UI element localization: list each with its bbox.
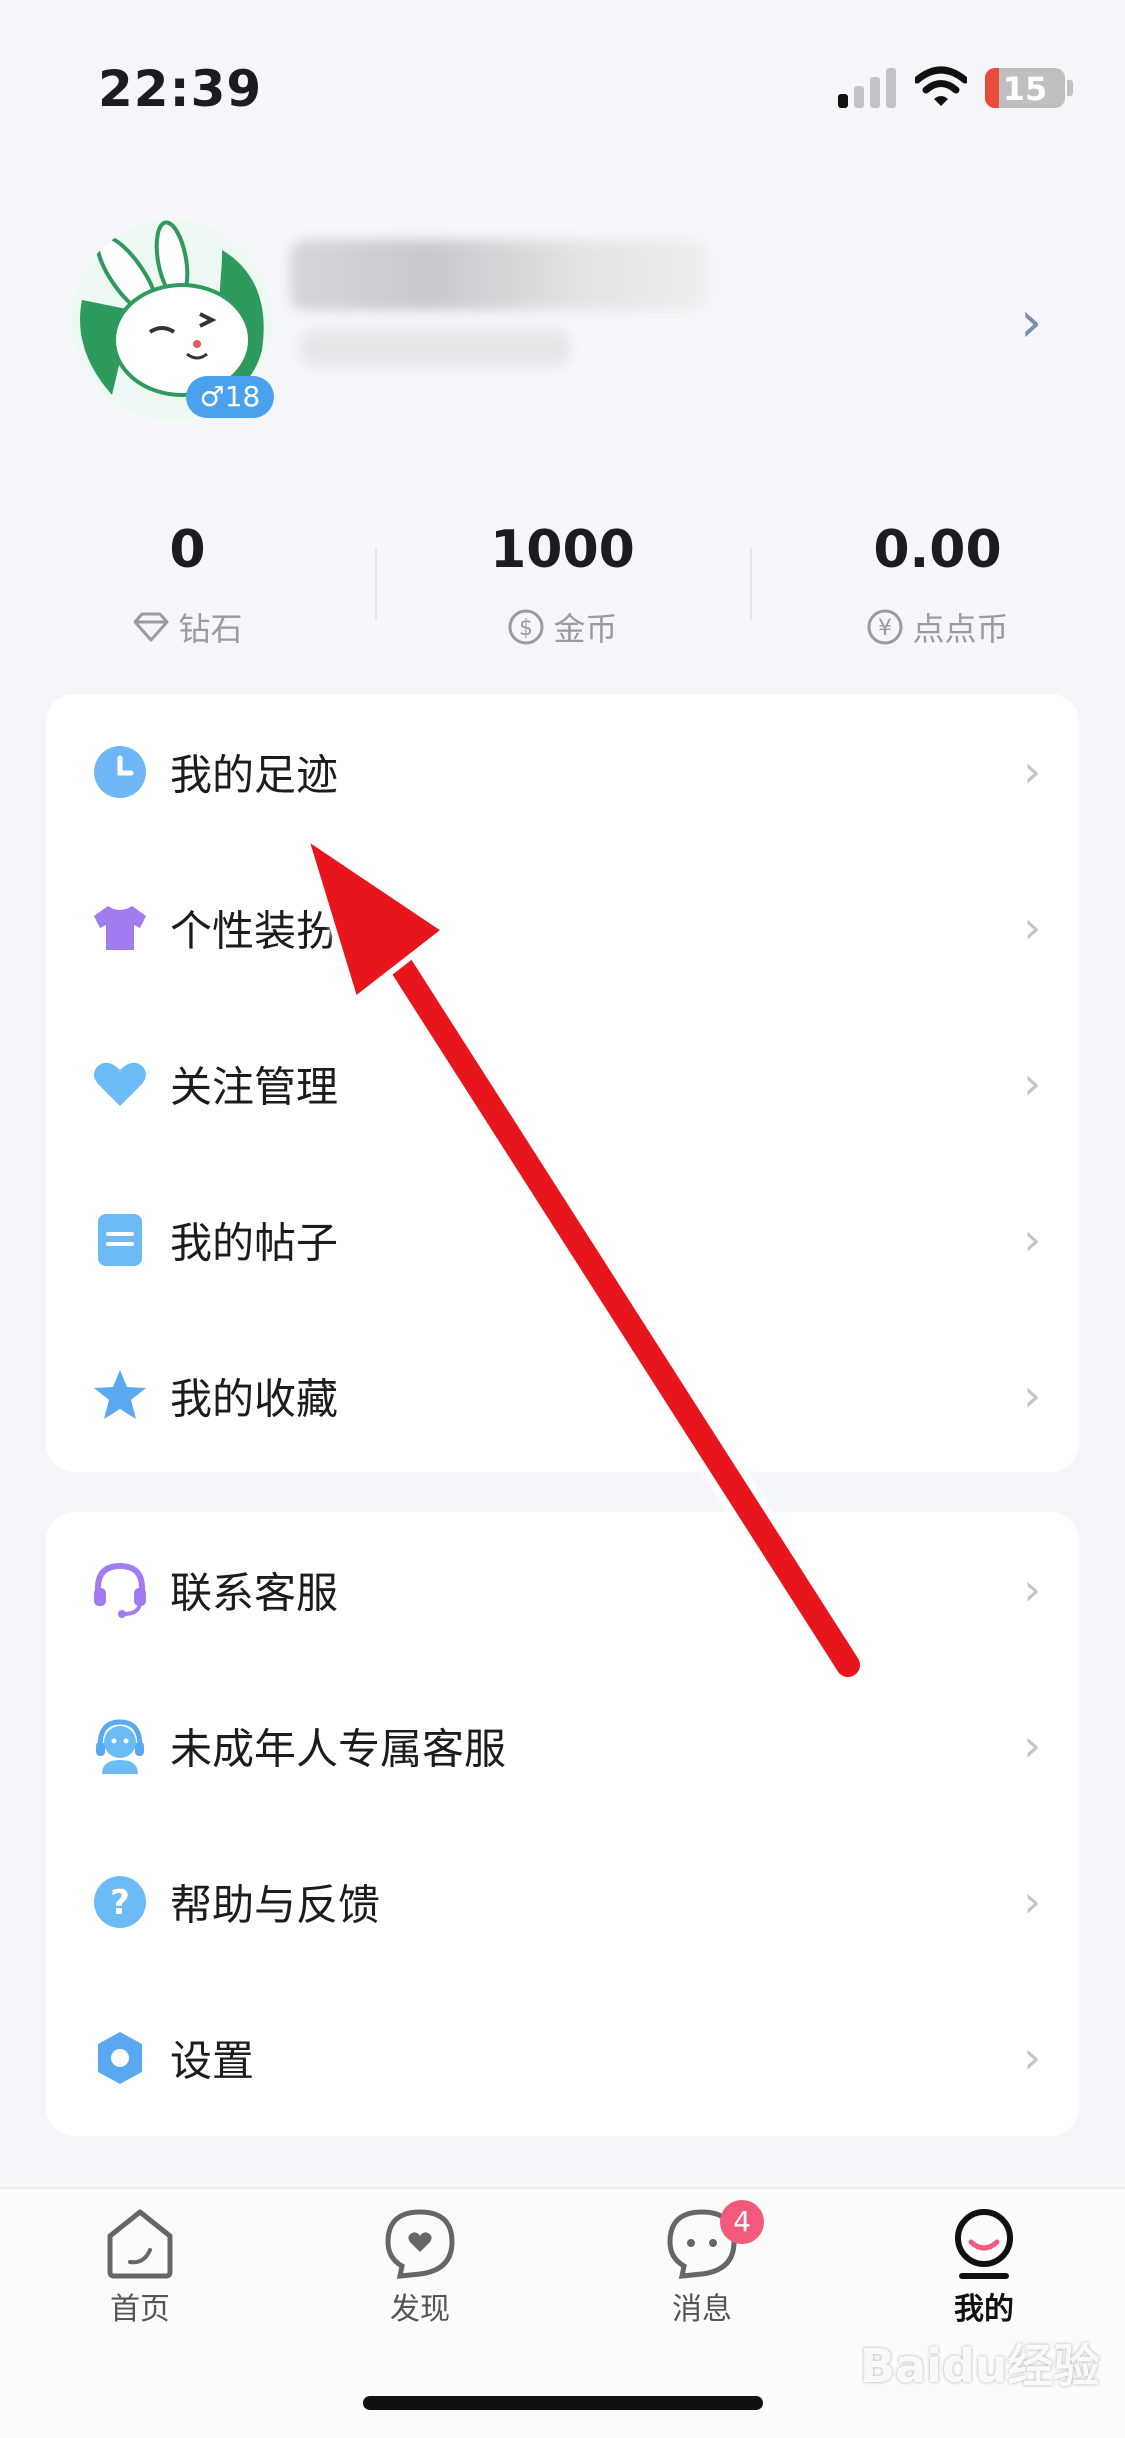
document-icon — [98, 1214, 142, 1266]
username-blurred — [290, 240, 710, 310]
clock-icon — [94, 746, 146, 798]
stat-coins[interactable]: 1000 $ 金币 — [375, 520, 750, 650]
tab-home[interactable]: 首页 — [40, 2206, 240, 2328]
chevron-right-icon: › — [1023, 2032, 1041, 2084]
menu-item-label: 我的足迹 — [170, 750, 339, 800]
menu-item-label: 设置 — [170, 2036, 255, 2086]
chevron-right-icon: › — [1023, 746, 1041, 798]
menu-item-label: 帮助与反馈 — [170, 1880, 381, 1930]
baidu-watermark: Baidu经验 — [860, 2339, 1100, 2393]
menu-card-secondary: 联系客服 › 未成年人专属客服 › ? 帮助与反馈 › 设置 › — [46, 1512, 1079, 2136]
menu-item-label: 关注管理 — [170, 1062, 339, 1112]
battery-icon: 15 — [985, 68, 1065, 108]
chevron-right-icon: › — [1023, 1370, 1041, 1422]
heart-icon — [94, 1062, 146, 1106]
menu-item-label: 我的收藏 — [170, 1374, 339, 1424]
menu-item-contact-service[interactable]: 联系客服 › — [46, 1512, 1079, 1668]
chevron-right-icon: › — [1023, 902, 1041, 954]
discover-icon — [385, 2209, 455, 2279]
stat-label: 钻石 — [178, 610, 243, 648]
menu-item-label: 联系客服 — [170, 1568, 339, 1618]
menu-item-minor-service[interactable]: 未成年人专属客服 › — [46, 1668, 1079, 1824]
stat-points[interactable]: 0.00 ¥ 点点币 — [750, 520, 1125, 650]
tab-label: 首页 — [110, 2292, 170, 2327]
menu-item-follow-manage[interactable]: 关注管理 › — [46, 1006, 1079, 1162]
stat-diamond[interactable]: 0 钻石 — [0, 520, 375, 650]
profile-smile-icon — [955, 2209, 1013, 2279]
menu-item-label: 个性装扮 — [170, 906, 339, 956]
dollar-coin-icon: $ — [508, 609, 544, 645]
menu-item-favorites[interactable]: 我的收藏 › — [46, 1318, 1079, 1474]
tab-messages[interactable]: 消息 — [602, 2206, 802, 2328]
diamond-icon — [133, 612, 169, 642]
profile-chevron-icon[interactable]: › — [1020, 290, 1042, 355]
tshirt-icon — [94, 906, 146, 950]
yen-coin-icon: ¥ — [867, 609, 903, 645]
chevron-right-icon: › — [1023, 1564, 1041, 1616]
help-icon: ? — [94, 1876, 146, 1928]
message-count-badge: 4 — [720, 2200, 764, 2244]
menu-item-my-posts[interactable]: 我的帖子 › — [46, 1162, 1079, 1318]
menu-card-primary: 我的足迹 › 个性装扮 › 关注管理 › 我的帖子 › 我的收藏 › — [46, 694, 1079, 1472]
support-agent-icon — [96, 1719, 144, 1774]
status-time: 22:39 — [98, 60, 263, 118]
star-icon — [94, 1370, 146, 1419]
stat-value: 0 — [169, 520, 206, 580]
chevron-right-icon: › — [1023, 1876, 1041, 1928]
signal-icon — [838, 68, 896, 108]
stat-value: 0.00 — [873, 520, 1002, 580]
menu-item-footprints[interactable]: 我的足迹 › — [46, 694, 1079, 850]
svg-text:?: ? — [110, 1883, 130, 1923]
menu-item-settings[interactable]: 设置 › — [46, 1980, 1079, 2136]
stat-label: 点点币 — [912, 610, 1009, 648]
chevron-right-icon: › — [1023, 1214, 1041, 1266]
svg-text:$: $ — [519, 616, 533, 641]
battery-tip — [1067, 80, 1073, 96]
wifi-icon — [915, 66, 967, 106]
stat-value: 1000 — [490, 520, 635, 580]
chevron-right-icon: › — [1023, 1720, 1041, 1772]
chevron-right-icon: › — [1023, 1058, 1041, 1110]
tab-label: 消息 — [672, 2292, 732, 2327]
tab-label: 发现 — [390, 2292, 450, 2327]
tab-label: 我的 — [954, 2292, 1014, 2327]
home-icon — [107, 2209, 173, 2279]
gender-age-badge: ♂18 — [186, 376, 274, 418]
tab-profile[interactable]: 我的 — [884, 2206, 1084, 2328]
headset-icon — [94, 1562, 146, 1618]
svg-text:¥: ¥ — [878, 616, 892, 641]
stat-label: 金币 — [553, 610, 618, 648]
tab-discover[interactable]: 发现 — [320, 2206, 520, 2328]
home-indicator[interactable] — [363, 2396, 763, 2410]
menu-item-label: 我的帖子 — [170, 1218, 339, 1268]
menu-item-dressup[interactable]: 个性装扮 › — [46, 850, 1079, 1006]
user-id-blurred — [300, 330, 570, 366]
menu-item-label: 未成年人专属客服 — [170, 1724, 507, 1774]
battery-level: 15 — [1002, 70, 1048, 108]
settings-gear-icon — [98, 2032, 142, 2084]
menu-item-help-feedback[interactable]: ? 帮助与反馈 › — [46, 1824, 1079, 1980]
